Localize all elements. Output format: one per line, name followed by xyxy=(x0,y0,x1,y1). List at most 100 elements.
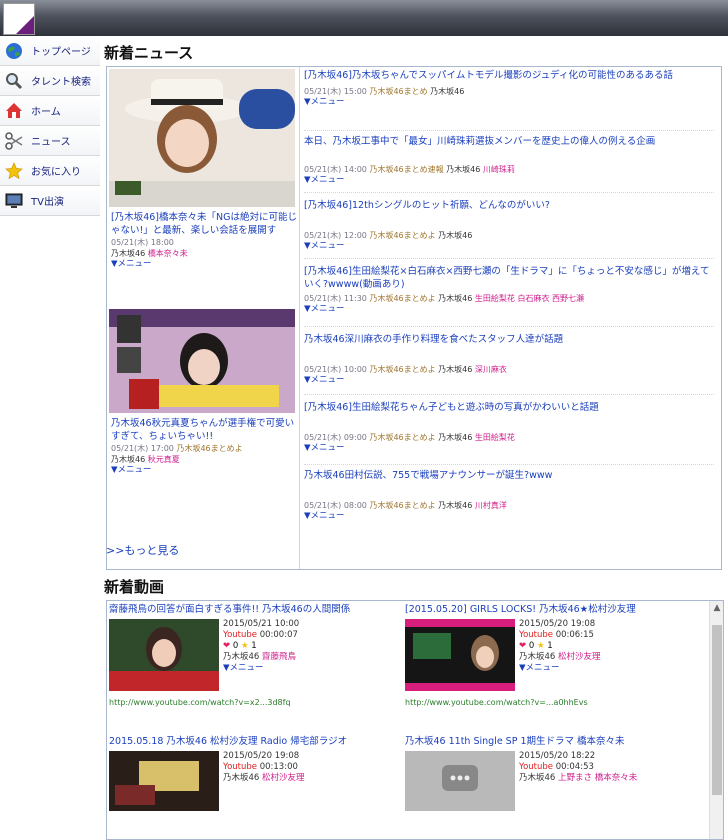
news-item-tag[interactable]: 乃木坂46 xyxy=(438,501,472,510)
video-url[interactable]: http://www.youtube.com/watch?v=...a0hhEv… xyxy=(405,698,588,707)
news-thumbnail[interactable] xyxy=(109,309,295,413)
sidebar-item-home[interactable]: ホーム xyxy=(0,96,100,126)
video-title[interactable]: [2015.05.20] GIRLS LOCKS! 乃木坂46★松村沙友理 xyxy=(405,603,701,616)
news-panel: [乃木坂46]橋本奈々未「NGは絶対に可能じゃない!」と最新、楽しい会話を展開す… xyxy=(106,66,722,570)
news-item-tag[interactable]: 乃木坂46 xyxy=(111,455,145,464)
video-title[interactable]: 乃木坂46 11th Single SP 1期生ドラマ 橋本奈々未 xyxy=(405,735,701,748)
sidebar-item-news[interactable]: ニュース xyxy=(0,126,100,156)
news-item-tag[interactable]: 生田絵梨花 xyxy=(475,294,515,303)
news-item-tag[interactable]: 乃木坂46 xyxy=(446,165,480,174)
video-tag[interactable]: 松村沙友理 xyxy=(558,652,601,662)
video-date: 2015/05/21 10:00 xyxy=(223,619,300,629)
scroll-up-icon[interactable]: ▲ xyxy=(710,603,723,619)
star-icon[interactable]: ★ xyxy=(241,641,249,651)
video-card[interactable]: 2015.05.18 乃木坂46 松村沙友理 Radio 帰宅部ラジオ 2015… xyxy=(109,735,405,839)
news-item-tag[interactable]: 生田絵梨花 xyxy=(475,433,515,442)
news-item-source[interactable]: 乃木坂46まとめよ xyxy=(369,501,435,510)
news-item-menu[interactable]: ▼メニュー xyxy=(111,465,297,476)
news-item-tag[interactable]: 秋元真夏 xyxy=(148,455,180,464)
video-thumbnail[interactable] xyxy=(109,619,219,691)
video-tag[interactable]: 乃木坂46 xyxy=(223,773,259,783)
more-news-link[interactable]: >>もっと見る xyxy=(106,542,179,558)
news-item-menu[interactable]: ▼メニュー xyxy=(304,304,714,315)
news-item-tag[interactable]: 橋本奈々未 xyxy=(148,249,188,258)
video-card[interactable]: 齋藤飛鳥の回答が面白すぎる事件!! 乃木坂46の人間関係 2015/05/21 … xyxy=(109,603,405,723)
news-item-menu[interactable]: ▼メニュー xyxy=(304,175,714,186)
news-item-source[interactable]: 乃木坂46まとめよ xyxy=(369,294,435,303)
news-item-tag[interactable]: 白石麻衣 xyxy=(517,294,549,303)
video-title[interactable]: 齋藤飛鳥の回答が面白すぎる事件!! 乃木坂46の人間関係 xyxy=(109,603,405,616)
news-item-title[interactable]: 乃木坂46深川麻衣の手作り料理を食べたスタッフ人達が話題 xyxy=(304,333,714,346)
video-thumbnail[interactable] xyxy=(405,751,515,811)
news-item-tag[interactable]: 乃木坂46 xyxy=(438,433,472,442)
news-item-title[interactable]: [乃木坂46]生田絵梨花×白石麻衣×西野七瀬の「生ドラマ」に「ちょっと不安な感じ… xyxy=(304,265,714,291)
star-icon[interactable]: ★ xyxy=(537,641,545,651)
news-item-source[interactable]: 乃木坂46まとめよ xyxy=(369,231,435,240)
video-thumbnail[interactable] xyxy=(109,751,219,811)
sidebar-item-label: ニュース xyxy=(31,137,71,148)
news-item[interactable]: 本日、乃木坂工事中で「最女」川崎珠莉選抜メンバーを歴史上の偉人の例える企画 05… xyxy=(304,135,714,193)
heart-icon[interactable]: ❤ xyxy=(519,641,526,651)
news-item-menu[interactable]: ▼メニュー xyxy=(304,241,714,252)
video-thumbnail[interactable] xyxy=(405,619,515,691)
news-item-tag[interactable]: 乃木坂46 xyxy=(438,365,472,374)
sidebar-item-favorites[interactable]: お気に入り xyxy=(0,156,100,186)
video-card[interactable]: [2015.05.20] GIRLS LOCKS! 乃木坂46★松村沙友理 20… xyxy=(405,603,701,723)
news-item-title[interactable]: 乃木坂46田村伝説、755で戦場アナウンサーが誕生?www xyxy=(304,469,714,482)
video-title[interactable]: 2015.05.18 乃木坂46 松村沙友理 Radio 帰宅部ラジオ xyxy=(109,735,405,748)
news-item[interactable]: [乃木坂46]12thシングルのヒット祈願、どんなのがいい? 05/21(木) … xyxy=(304,199,714,259)
news-item-menu[interactable]: ▼メニュー xyxy=(304,97,714,108)
news-item-title[interactable]: [乃木坂46]12thシングルのヒット祈願、どんなのがいい? xyxy=(304,199,714,212)
news-item-title[interactable]: [乃木坂46]生田絵梨花ちゃん子どもと遊ぶ時の写真がかわいいと話題 xyxy=(304,401,714,414)
video-tag[interactable]: 齋藤飛鳥 xyxy=(262,652,296,662)
news-item[interactable]: 乃木坂46深川麻衣の手作り料理を食べたスタッフ人達が話題 05/21(木) 10… xyxy=(304,333,714,395)
video-tag[interactable]: 上野まさ 橋本奈々未 xyxy=(558,773,637,783)
news-item[interactable]: [乃木坂46]乃木坂ちゃんでスッパイムトモデル撮影のジュディ化の可能性のあるある… xyxy=(304,69,714,131)
news-item-title[interactable]: [乃木坂46]橋本奈々未「NGは絶対に可能じゃない!」と最新、楽しい会話を展開す xyxy=(111,211,297,237)
video-menu[interactable]: ▼メニュー xyxy=(223,663,405,674)
news-item-tag[interactable]: 川村真洋 xyxy=(475,501,507,510)
news-item-tag[interactable]: 深川麻衣 xyxy=(475,365,507,374)
news-item-tag[interactable]: 川崎珠莉 xyxy=(483,165,515,174)
sidebar-item-talent-search[interactable]: タレント検索 xyxy=(0,66,100,96)
news-item-tag[interactable]: 乃木坂46 xyxy=(111,249,145,258)
news-item[interactable]: 乃木坂46田村伝説、755で戦場アナウンサーが誕生?www 05/21(木) 0… xyxy=(304,469,714,535)
news-thumbnail[interactable] xyxy=(109,69,295,207)
site-logo[interactable] xyxy=(3,3,35,35)
news-item[interactable]: 乃木坂46秋元真夏ちゃんが選手権で可愛いすぎて、ちょいちゃい!! 05/21(木… xyxy=(111,417,297,476)
news-item-date: 05/21(木) 08:00 xyxy=(304,501,367,510)
news-item-menu[interactable]: ▼メニュー xyxy=(304,511,714,522)
video-menu[interactable]: ▼メニュー xyxy=(519,663,701,674)
news-item-source[interactable]: 乃木坂46まとめ速報 xyxy=(369,165,443,174)
news-item[interactable]: [乃木坂46]生田絵梨花×白石麻衣×西野七瀬の「生ドラマ」に「ちょっと不安な感じ… xyxy=(304,265,714,327)
news-item-date: 05/21(木) 15:00 xyxy=(304,87,367,96)
video-tag[interactable]: 松村沙友理 xyxy=(262,773,305,783)
news-item-menu[interactable]: ▼メニュー xyxy=(304,443,714,454)
video-duration: 00:06:15 xyxy=(555,630,594,640)
scroll-thumb[interactable] xyxy=(712,625,722,795)
news-item-menu[interactable]: ▼メニュー xyxy=(304,375,714,386)
heart-icon[interactable]: ❤ xyxy=(223,641,230,651)
video-tag[interactable]: 乃木坂46 xyxy=(519,773,555,783)
news-item-tag[interactable]: 西野七瀬 xyxy=(552,294,584,303)
news-item-source[interactable]: 乃木坂46まとめよ xyxy=(369,365,435,374)
news-item-source[interactable]: 乃木坂46まとめ xyxy=(369,87,427,96)
sidebar-item-tv[interactable]: TV出演 xyxy=(0,186,100,216)
news-item-title[interactable]: 乃木坂46秋元真夏ちゃんが選手権で可愛いすぎて、ちょいちゃい!! xyxy=(111,417,297,443)
sidebar-item-top[interactable]: トップページ xyxy=(0,36,100,66)
news-item-source[interactable]: 乃木坂46まとめよ xyxy=(176,444,242,453)
news-item[interactable]: [乃木坂46]橋本奈々未「NGは絶対に可能じゃない!」と最新、楽しい会話を展開す… xyxy=(111,211,297,270)
news-item[interactable]: [乃木坂46]生田絵梨花ちゃん子どもと遊ぶ時の写真がかわいいと話題 05/21(… xyxy=(304,401,714,465)
video-url[interactable]: http://www.youtube.com/watch?v=x2...3d8f… xyxy=(109,698,291,707)
news-item-title[interactable]: [乃木坂46]乃木坂ちゃんでスッパイムトモデル撮影のジュディ化の可能性のあるある… xyxy=(304,69,714,82)
news-item-title[interactable]: 本日、乃木坂工事中で「最女」川崎珠莉選抜メンバーを歴史上の偉人の例える企画 xyxy=(304,135,714,148)
news-item-tag[interactable]: 乃木坂46 xyxy=(430,87,464,96)
news-item-tag[interactable]: 乃木坂46 xyxy=(438,231,472,240)
videos-scrollbar[interactable]: ▲ xyxy=(709,601,723,839)
video-tag[interactable]: 乃木坂46 xyxy=(223,652,259,662)
video-tag[interactable]: 乃木坂46 xyxy=(519,652,555,662)
news-item-menu[interactable]: ▼メニュー xyxy=(111,259,297,270)
news-item-tag[interactable]: 乃木坂46 xyxy=(438,294,472,303)
video-card[interactable]: 乃木坂46 11th Single SP 1期生ドラマ 橋本奈々未 2015/0… xyxy=(405,735,701,839)
news-item-source[interactable]: 乃木坂46まとめよ xyxy=(369,433,435,442)
